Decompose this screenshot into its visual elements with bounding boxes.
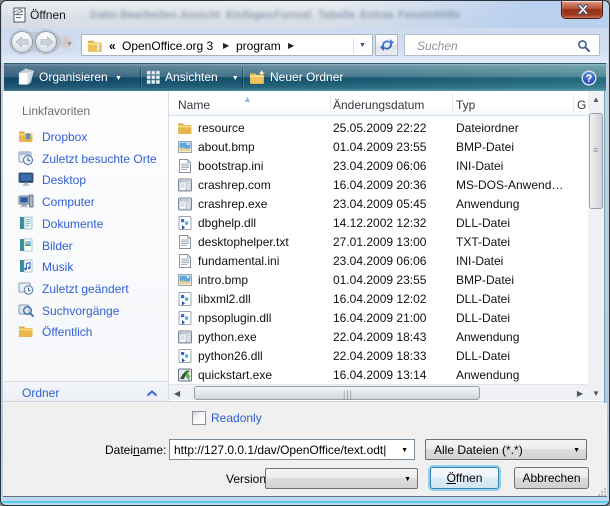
svg-text:?: ? bbox=[586, 73, 593, 85]
